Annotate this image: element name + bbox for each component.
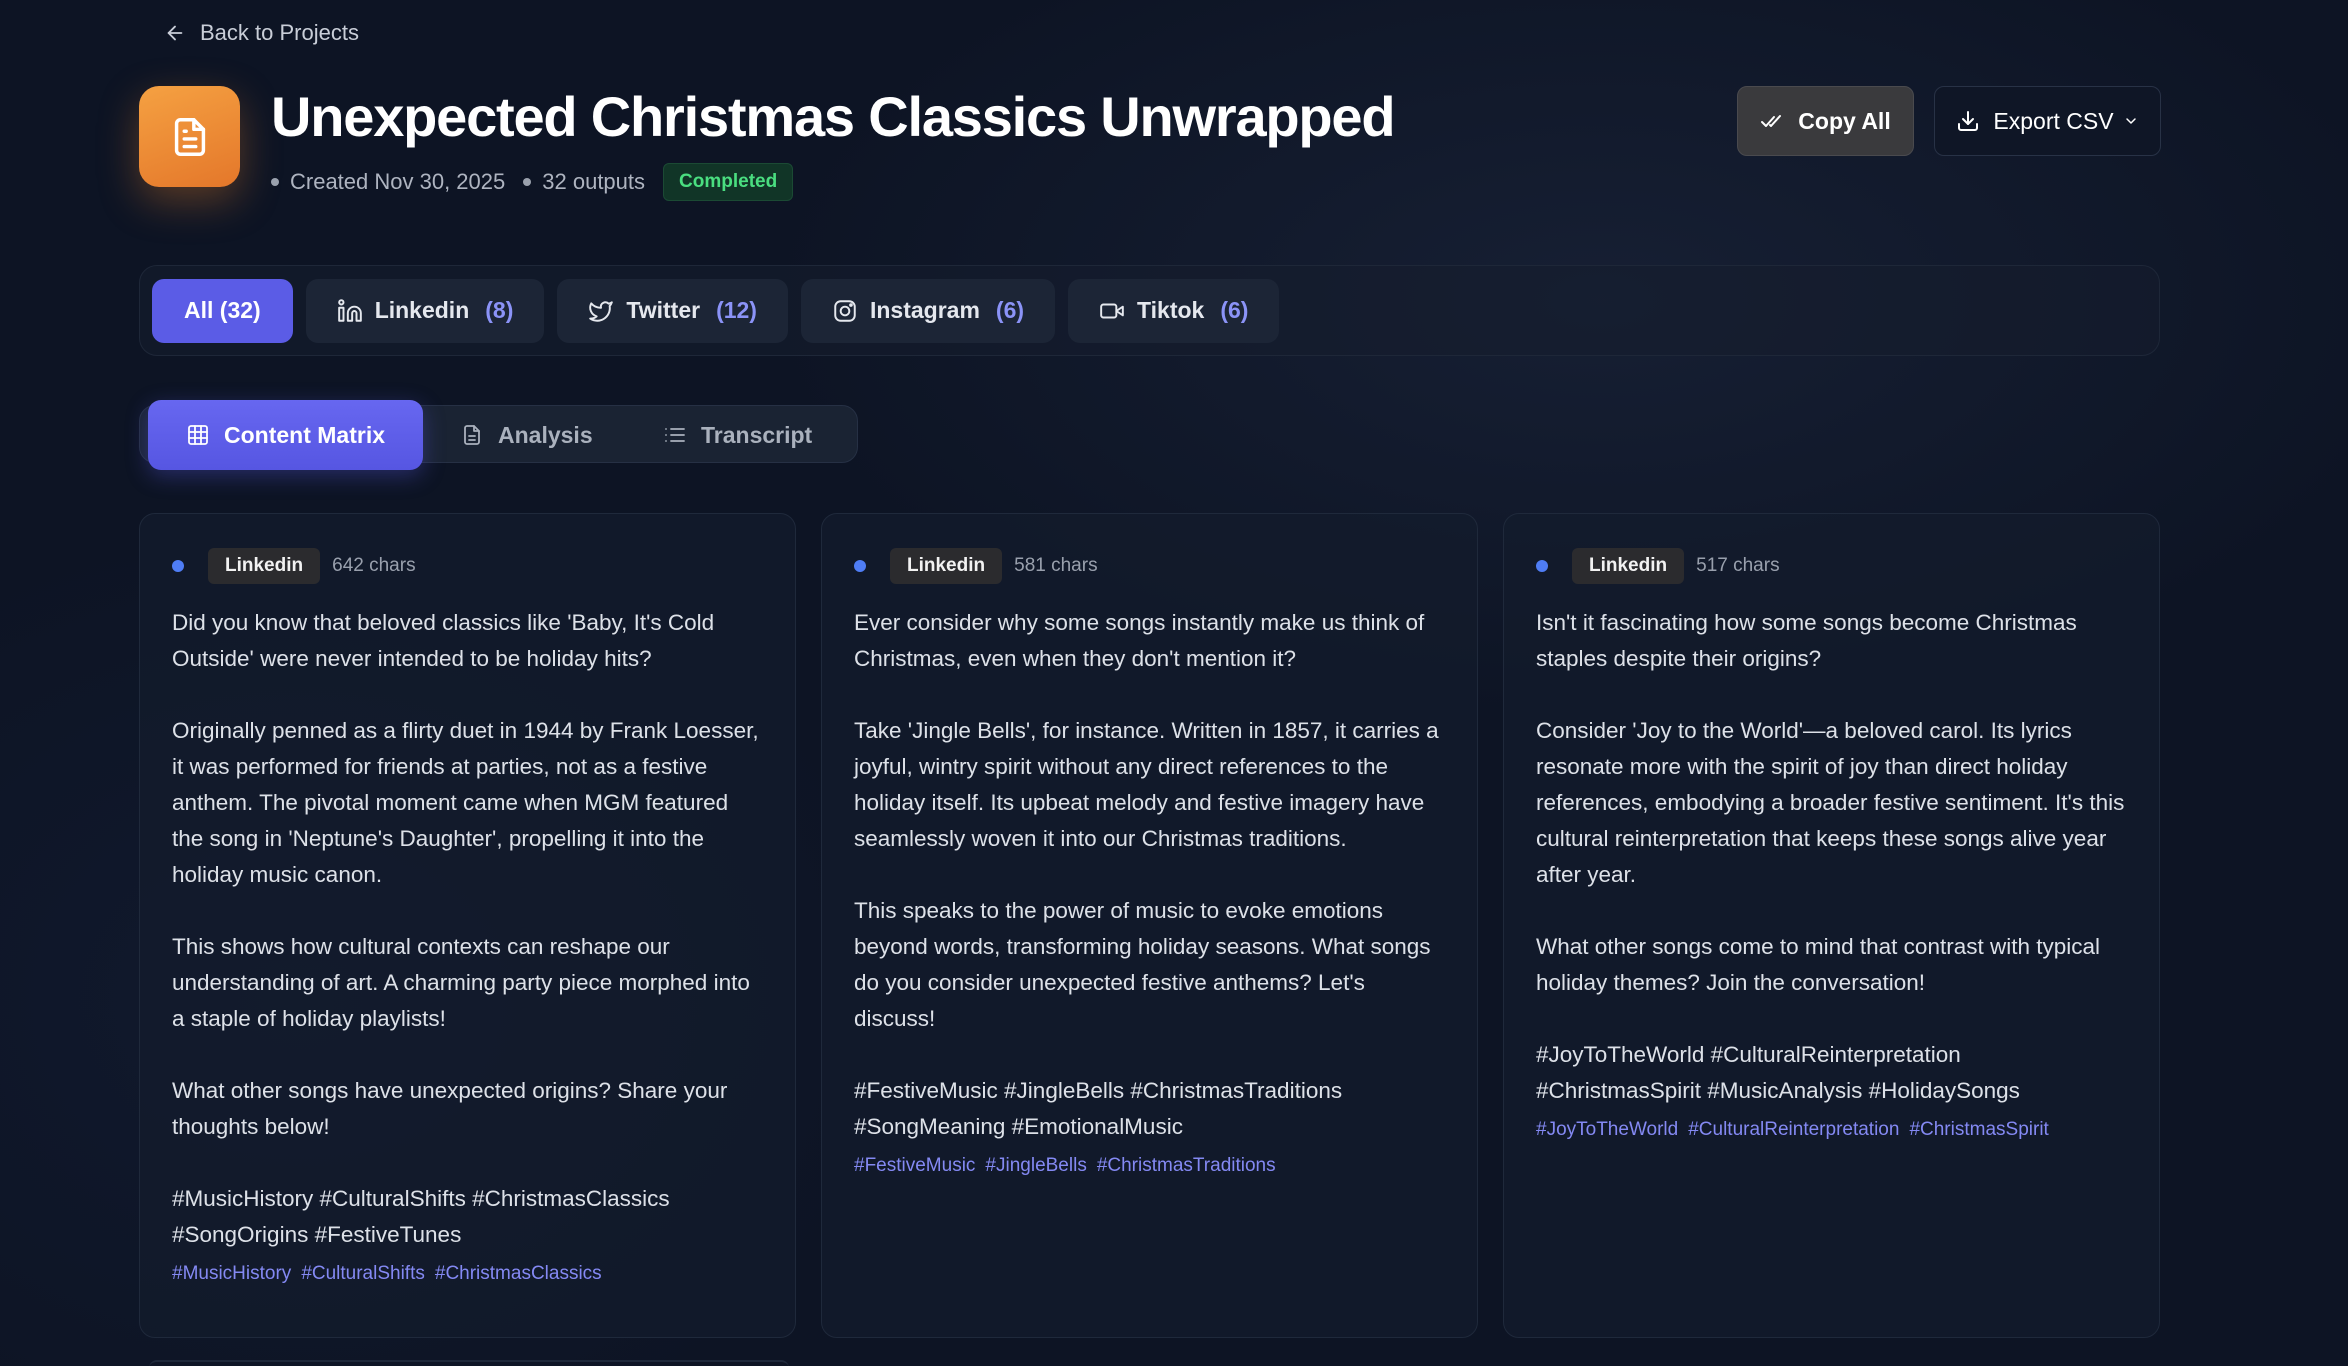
platform-badge: Linkedin bbox=[890, 547, 1003, 584]
tab-analysis[interactable]: Analysis bbox=[460, 406, 593, 464]
bullet-dot bbox=[271, 178, 279, 186]
platform-dot bbox=[172, 559, 184, 572]
hashtag[interactable]: #CulturalReinterpretation bbox=[1688, 1119, 1899, 1141]
content-card[interactable]: Linkedin 642 chars Did you know that bel… bbox=[139, 513, 796, 1338]
char-count: 581 chars bbox=[1014, 554, 1098, 576]
filter-twitter-count: (12) bbox=[716, 297, 757, 323]
filter-tiktok-label: Tiktok bbox=[1137, 297, 1205, 323]
export-csv-label: Export CSV bbox=[1993, 107, 2114, 134]
hashtag-list: #MusicHistory #CulturalShifts #Christmas… bbox=[172, 1263, 764, 1285]
bullet-dot bbox=[523, 178, 532, 186]
char-count: 642 chars bbox=[332, 554, 416, 576]
instagram-icon bbox=[834, 299, 856, 322]
view-tabs: Content Matrix Analysis Transcript bbox=[139, 400, 858, 470]
platform-dot bbox=[854, 559, 866, 572]
filter-tiktok-count: (6) bbox=[1220, 297, 1249, 323]
tab-analysis-label: Analysis bbox=[498, 421, 593, 448]
filter-linkedin-label: Linkedin bbox=[374, 297, 470, 323]
card-body-text: Did you know that beloved classics like … bbox=[172, 610, 759, 1247]
filter-instagram-count: (6) bbox=[995, 297, 1025, 323]
status-badge: Completed bbox=[663, 163, 794, 201]
list-icon bbox=[665, 428, 685, 442]
double-check-icon bbox=[1761, 115, 1782, 127]
hashtag-list: #FestiveMusic #JingleBells #ChristmasTra… bbox=[854, 1155, 1446, 1177]
platform-dot bbox=[1536, 559, 1548, 572]
card-body-text: Ever consider why some songs instantly m… bbox=[854, 610, 1439, 1139]
platform-filter-bar: All (32) Linkedin (8) Twitter (12) Insta… bbox=[139, 265, 2160, 356]
created-label: Created Nov 30, 2025 bbox=[290, 169, 506, 194]
document-icon bbox=[464, 425, 480, 445]
hashtag[interactable]: #JoyToTheWorld bbox=[1536, 1119, 1678, 1141]
grid-icon bbox=[188, 425, 208, 445]
filter-linkedin[interactable]: Linkedin (8) bbox=[305, 278, 545, 343]
tab-content-matrix[interactable]: Content Matrix bbox=[148, 400, 423, 470]
back-to-projects-link[interactable]: Back to Projects bbox=[164, 16, 359, 50]
char-count: 517 chars bbox=[1696, 554, 1780, 576]
hashtag[interactable]: #CulturalShifts bbox=[301, 1263, 425, 1285]
platform-badge: Linkedin bbox=[1572, 547, 1685, 584]
arrow-left-icon bbox=[167, 25, 183, 41]
copy-all-button[interactable]: Copy All bbox=[1737, 86, 1914, 156]
linkedin-icon bbox=[337, 298, 362, 322]
card-body-text: Isn't it fascinating how some songs beco… bbox=[1536, 610, 2125, 1103]
content-card[interactable]: Linkedin 581 chars Ever consider why som… bbox=[821, 513, 1478, 1338]
video-icon bbox=[1100, 303, 1124, 318]
project-file-icon bbox=[139, 86, 240, 187]
filter-all[interactable]: All (32) bbox=[152, 278, 293, 343]
hashtag[interactable]: #MusicHistory bbox=[172, 1263, 291, 1285]
filter-tiktok[interactable]: Tiktok (6) bbox=[1068, 278, 1280, 343]
back-label: Back to Projects bbox=[200, 20, 359, 45]
project-meta: Created Nov 30, 2025 32 outputs Complete… bbox=[271, 162, 794, 202]
hashtag[interactable]: #JingleBells bbox=[985, 1155, 1086, 1177]
page-title: Unexpected Christmas Classics Unwrapped bbox=[271, 85, 1396, 148]
export-csv-button[interactable]: Export CSV bbox=[1934, 86, 2161, 156]
download-icon bbox=[1958, 111, 1979, 131]
filter-twitter[interactable]: Twitter (12) bbox=[557, 278, 788, 343]
hashtag[interactable]: #ChristmasClassics bbox=[435, 1263, 602, 1285]
created-date: Created Nov 30, 2025 bbox=[271, 169, 505, 195]
platform-badge: Linkedin bbox=[208, 547, 321, 584]
twitter-icon bbox=[589, 300, 614, 322]
card-header: Linkedin 642 chars bbox=[172, 547, 764, 584]
tab-content-matrix-label: Content Matrix bbox=[224, 421, 385, 448]
filter-all-label: All (32) bbox=[184, 297, 261, 323]
filter-instagram-label: Instagram bbox=[869, 297, 980, 323]
filter-instagram[interactable]: Instagram (6) bbox=[800, 278, 1056, 343]
outputs-count: 32 outputs bbox=[523, 169, 645, 195]
card-header: Linkedin 517 chars bbox=[1536, 547, 2128, 584]
tab-transcript[interactable]: Transcript bbox=[663, 406, 812, 464]
outputs-label: 32 outputs bbox=[542, 169, 646, 194]
content-card[interactable]: Linkedin 517 chars Isn't it fascinating … bbox=[1503, 513, 2160, 1338]
filter-linkedin-count: (8) bbox=[485, 297, 514, 323]
tab-transcript-label: Transcript bbox=[701, 421, 813, 448]
hashtag-list: #JoyToTheWorld #CulturalReinterpretation… bbox=[1536, 1119, 2128, 1141]
hashtag[interactable]: #FestiveMusic bbox=[854, 1155, 975, 1177]
hashtag[interactable]: #ChristmasSpirit bbox=[1909, 1119, 2048, 1141]
next-row-card-edge bbox=[149, 1360, 789, 1366]
filter-twitter-label: Twitter bbox=[626, 297, 701, 323]
card-header: Linkedin 581 chars bbox=[854, 547, 1446, 584]
hashtag[interactable]: #ChristmasTraditions bbox=[1097, 1155, 1276, 1177]
copy-all-label: Copy All bbox=[1798, 107, 1891, 134]
chevron-down-icon bbox=[2125, 118, 2136, 124]
